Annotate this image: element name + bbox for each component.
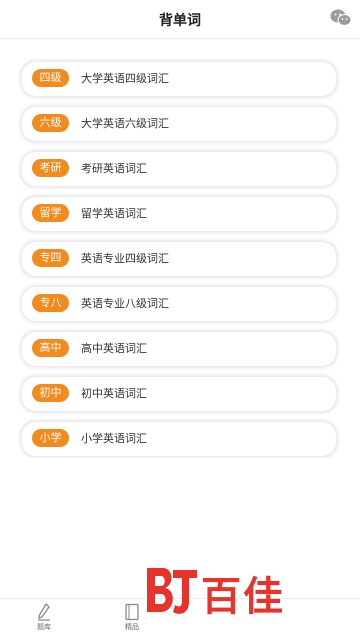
page-title: 背单词 [159,13,201,29]
level-tag: 留学 [32,204,69,222]
list-item-cet6[interactable]: 六级 大学英语六级词汇 [22,107,336,141]
tab-label: 题库 [37,623,51,631]
list-item-middle-school[interactable]: 初中 初中英语词汇 [22,377,336,411]
list-item-label: 大学英语六级词汇 [81,117,169,130]
level-tag: 六级 [32,114,69,132]
list-item-label: 大学英语四级词汇 [81,72,169,85]
list-item-primary-school[interactable]: 小学 小学英语词汇 [22,422,336,456]
brand-text: 百佳 [201,574,285,620]
list-item-tem8[interactable]: 专八 英语专业八级词汇 [22,287,336,321]
wechat-icon[interactable] [330,8,352,28]
level-tag: 初中 [32,384,69,402]
list-item-tem4[interactable]: 专四 英语专业四级词汇 [22,242,336,276]
list-item-label: 考研英语词汇 [81,162,147,175]
level-tag: 小学 [32,429,69,447]
list-item-study-abroad[interactable]: 留学 留学英语词汇 [22,197,336,231]
list-item-cet4[interactable]: 四级 大学英语四级词汇 [22,62,336,96]
brand-watermark: 百佳 [143,562,343,622]
list-item-label: 小学英语词汇 [81,432,147,445]
list-item-label: 英语专业四级词汇 [81,252,169,265]
list-item-label: 留学英语词汇 [81,207,147,220]
pencil-icon [38,603,50,621]
list-item-postgraduate[interactable]: 考研 考研英语词汇 [22,152,336,186]
book-icon [125,603,139,621]
tab-label: 精品 [125,623,139,631]
list-item-label: 英语专业八级词汇 [81,297,169,310]
level-tag: 四级 [32,69,69,87]
list-item-high-school[interactable]: 高中 高中英语词汇 [22,332,336,366]
word-list: 四级 大学英语四级词汇 六级 大学英语六级词汇 考研 考研英语词汇 留学 留学英… [0,38,360,458]
level-tag: 考研 [32,159,69,177]
level-tag: 专八 [32,294,69,312]
brand-logo-icon [147,568,197,614]
level-tag: 高中 [32,339,69,357]
list-item-label: 初中英语词汇 [81,387,147,400]
header-bar: 背单词 [0,0,360,39]
tab-question-bank[interactable]: 题库 [14,601,74,639]
level-tag: 专四 [32,249,69,267]
list-item-label: 高中英语词汇 [81,342,147,355]
